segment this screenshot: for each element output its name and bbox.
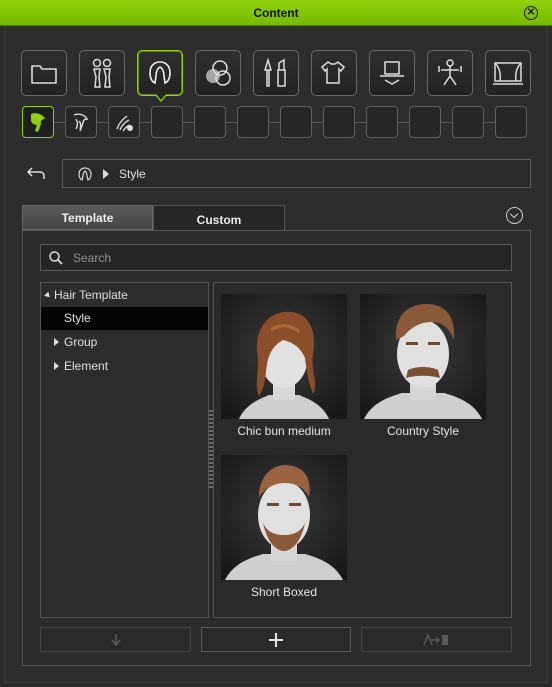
breadcrumb-separator-icon [103,168,109,179]
folder-icon [31,65,57,84]
apply-button[interactable] [361,627,512,652]
tree-node-style[interactable]: Style [41,307,208,330]
category-materials-button[interactable] [195,50,241,96]
hair-thumbnail [221,455,347,580]
collapsed-arrow-icon[interactable] [54,362,59,370]
category-clothing-button[interactable] [311,50,357,96]
props-icon [380,61,404,85]
tab-template[interactable]: Template [22,205,153,230]
expanded-arrow-icon[interactable] [44,291,52,300]
subcategory-empty-slot [452,106,484,138]
subcategory-empty-slot [495,106,527,138]
add-button[interactable] [201,627,351,652]
category-props-button[interactable] [369,50,415,96]
hair-thumbnail [221,294,347,419]
title-bar: Content ✕ [0,0,552,26]
category-hair-button[interactable] [137,50,183,102]
template-caption: Country Style [386,424,460,438]
subcategory-empty-slot [323,106,355,138]
close-icon[interactable]: ✕ [524,6,538,20]
subcategory-hair-builder-button[interactable] [65,106,97,138]
clothing-icon [320,61,346,84]
template-grid: Chic bun medium Country Style Short Boxe… [213,282,512,618]
plus-icon [269,632,283,647]
tree-node-element[interactable]: Element [41,355,208,378]
download-button[interactable] [40,627,191,652]
tree-node-hair-template[interactable]: Hair Template [41,284,208,307]
back-arrow-icon[interactable] [26,166,46,180]
hair-style-icon [31,113,45,132]
template-item[interactable]: Chic bun medium [221,294,347,438]
hair-icon [78,166,92,181]
subcategory-empty-slot [151,106,183,138]
search-input[interactable] [73,250,511,265]
collapsed-arrow-icon[interactable] [54,338,59,346]
subcategory-hair-style-button[interactable] [22,106,54,138]
hair-icon [149,61,171,85]
window-title: Content [253,6,299,20]
subcategory-empty-slot [237,106,269,138]
hair-builder-icon [73,113,89,132]
category-avatar-button[interactable] [79,50,125,96]
template-caption: Chic bun medium [237,424,331,438]
tree-node-label: Hair Template [54,288,128,302]
subcategory-empty-slot [280,106,312,138]
template-item[interactable]: Country Style [360,294,486,438]
download-arrow-icon [110,633,121,646]
category-folder-button[interactable] [21,50,67,96]
category-tree: Hair Template Style Group Element [40,282,209,618]
search-box[interactable] [40,244,512,271]
subcategory-empty-slot [366,106,398,138]
category-makeup-button[interactable] [253,50,299,96]
category-motion-button[interactable] [427,50,473,96]
tree-node-label: Style [64,311,91,325]
subcategory-empty-slot [409,106,441,138]
tree-node-group[interactable]: Group [41,331,208,354]
collapse-chevron-icon[interactable] [506,207,523,224]
breadcrumb-item-style[interactable]: Style [119,167,146,181]
subcategory-empty-slot [194,106,226,138]
tab-custom[interactable]: Custom [153,205,285,230]
subcategory-hair-shader-button[interactable] [108,106,140,138]
tree-node-label: Group [64,335,98,349]
makeup-icon [263,58,286,87]
motion-icon [438,59,462,86]
tree-node-label: Element [64,359,109,373]
avatar-icon [92,58,112,88]
hair-thumbnail [360,294,486,419]
materials-icon [206,60,231,86]
search-icon [49,250,63,265]
category-stage-button[interactable] [485,50,531,96]
breadcrumb: Style [62,159,531,188]
active-indicator [155,94,167,102]
template-caption: Short Boxed [250,585,318,599]
hair-shader-icon [116,115,133,132]
stage-icon [493,62,523,85]
template-item[interactable]: Short Boxed [221,455,347,599]
apply-to-target-icon [422,632,448,645]
